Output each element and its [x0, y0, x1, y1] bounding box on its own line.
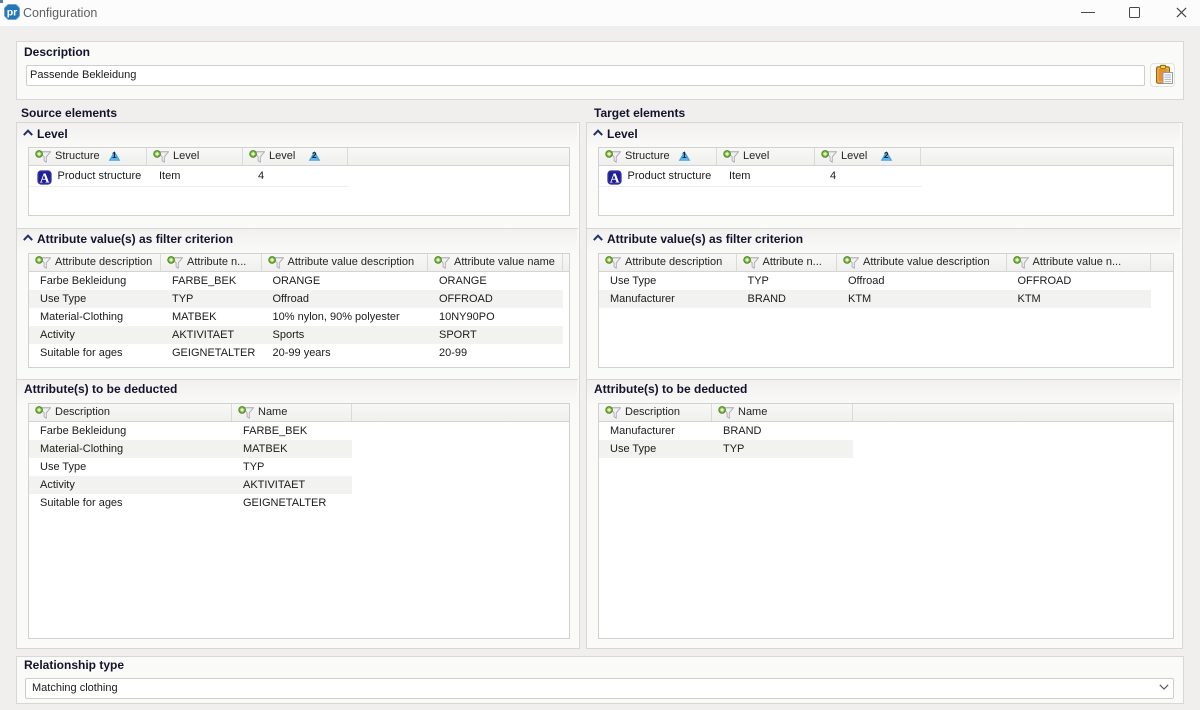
svg-text:pr: pr [7, 7, 18, 19]
svg-text:A: A [610, 170, 620, 185]
svg-text:A: A [40, 170, 50, 185]
svg-text:1: 1 [112, 150, 117, 160]
svg-text:2: 2 [884, 150, 889, 160]
svg-text:1: 1 [682, 150, 687, 160]
svg-text:2: 2 [312, 150, 317, 160]
